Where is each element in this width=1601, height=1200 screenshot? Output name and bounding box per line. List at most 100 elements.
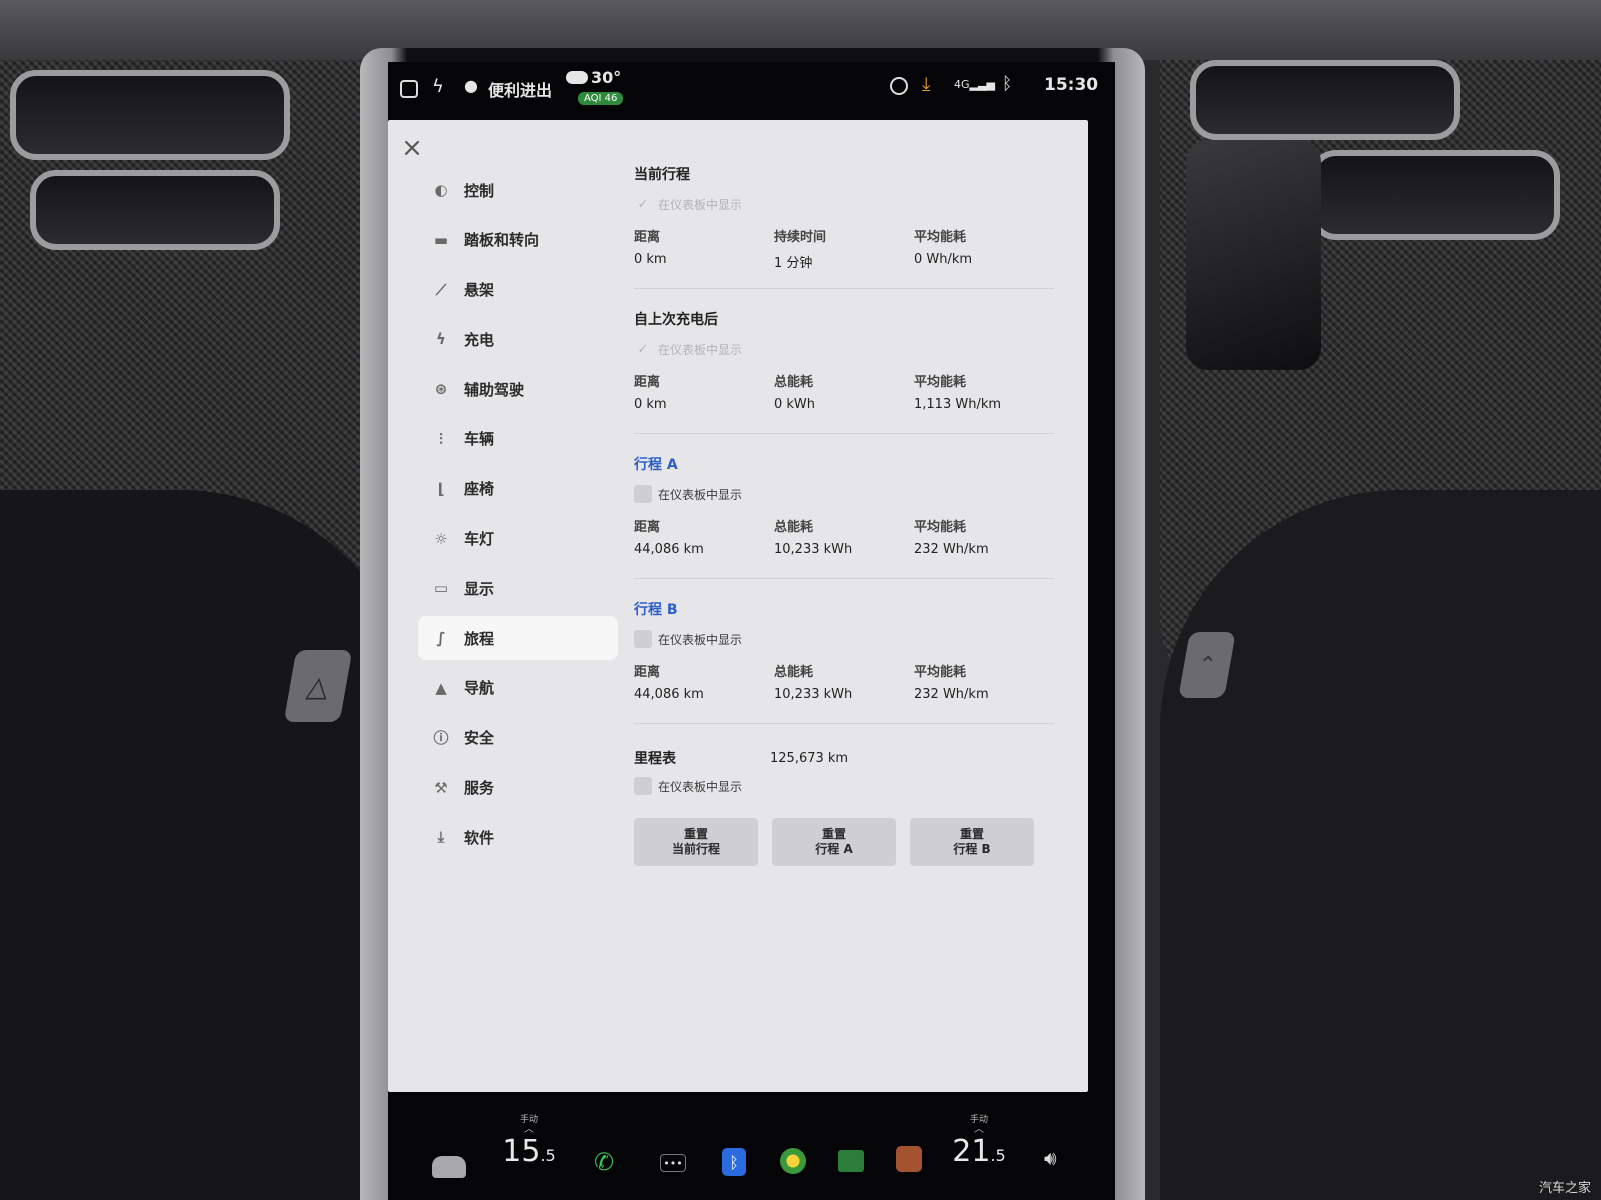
nav-item-navigation[interactable]: ▲ 导航 [418, 666, 618, 710]
download-icon: ⤓ [437, 828, 445, 847]
trips-content: 当前行程 ✓ 在仪表板中显示 距离 0 km 持续时间 1 分钟 平均能耗 0 … [634, 164, 1054, 866]
odometer-section: 里程表 125,673 km 在仪表板中显示 重置 当前行程 重置 行程 A 重… [634, 744, 1054, 866]
nav-item-label: 服务 [464, 779, 495, 798]
stat-label: 总能耗 [774, 375, 814, 390]
nav-item-label: 导航 [464, 679, 495, 698]
safety-icon: ⓘ [433, 729, 449, 748]
trip-b-section: 行程 B 在仪表板中显示 距离 44,086 km 总能耗 10,233 kWh [634, 599, 1054, 724]
toggle-icon: ◐ [434, 181, 448, 199]
stat-value: 0 km [634, 252, 667, 267]
air-vent-left-lower [30, 170, 280, 250]
checkbox-box[interactable] [634, 630, 652, 648]
nav-item-suspension[interactable]: ⟋ 悬架 [418, 268, 618, 312]
nav-item-service[interactable]: ⚒ 服务 [418, 766, 618, 810]
nav-item-software[interactable]: ⤓ 软件 [418, 815, 618, 859]
trip-stats: 距离 44,086 km 总能耗 10,233 kWh 平均能耗 232 Wh/… [634, 512, 1054, 560]
odometer-value: 125,673 km [770, 750, 849, 766]
nav-item-trips[interactable]: ∫ 旅程 [418, 616, 618, 661]
current-trip-section: 当前行程 ✓ 在仪表板中显示 距离 0 km 持续时间 1 分钟 平均能耗 0 … [634, 164, 1054, 289]
watermark: 汽车之家 [1538, 1181, 1591, 1196]
reset-trip-b-button[interactable]: 重置 行程 B [910, 818, 1034, 866]
stat-label: 持续时间 [774, 230, 827, 245]
bluetooth-icon[interactable]: ᛒ [1002, 74, 1012, 94]
passenger-temperature[interactable]: 手动 ︿ 21.5 [944, 1112, 1014, 1173]
stat-value: 232 Wh/km [914, 542, 989, 557]
checkbox-box[interactable] [634, 777, 652, 795]
stat-avg-energy: 平均能耗 1,113 Wh/km [914, 367, 1054, 415]
driver-temperature[interactable]: 手动 ︿ 15.5 [494, 1112, 564, 1173]
nav-item-display[interactable]: ▭ 显示 [418, 566, 618, 610]
dashcam-icon[interactable] [890, 77, 908, 95]
suspension-icon: ⟋ [435, 280, 447, 299]
aqi-badge: AQI 46 [578, 92, 624, 105]
since-last-charge-section: 自上次充电后 ✓ 在仪表板中显示 距离 0 km 总能耗 0 kWh 平均能耗 … [634, 309, 1054, 434]
section-title: 行程 B [634, 602, 678, 618]
phone-icon[interactable]: ✆ [594, 1148, 614, 1176]
checkbox-box[interactable] [634, 485, 652, 503]
trip-stats: 距离 44,086 km 总能耗 10,233 kWh 平均能耗 232 Wh/… [634, 657, 1054, 705]
leather-panel-left [0, 490, 420, 1200]
stat-avg-energy: 平均能耗 232 Wh/km [914, 512, 1054, 560]
settings-panel: × ◐ 控制 ▬ 踏板和转向 ⟋ 悬架 ϟ 充电 ⊛ 辅助驾驶 ⫶ 车辆 ⌊ 座… [388, 120, 1088, 1092]
button-label-line2: 行程 A [815, 842, 853, 856]
checkbox-label: 在仪表板中显示 [658, 487, 743, 502]
stat-value: 44,086 km [634, 542, 704, 557]
nav-item-safety[interactable]: ⓘ 安全 [418, 716, 618, 760]
seat-icon: ⌊ [437, 479, 445, 498]
nav-item-pedals-steering[interactable]: ▬ 踏板和转向 [418, 218, 618, 262]
reset-trip-a-button[interactable]: 重置 行程 A [772, 818, 896, 866]
stat-label: 平均能耗 [914, 520, 967, 535]
leather-panel-right [1160, 490, 1601, 1200]
trip-stats: 距离 0 km 持续时间 1 分钟 平均能耗 0 Wh/km [634, 222, 1054, 271]
stat-value: 0 Wh/km [914, 252, 973, 267]
air-vent-left-upper [10, 70, 290, 160]
nav-item-seats[interactable]: ⌊ 座椅 [418, 467, 618, 511]
nav-item-lights[interactable]: ☼ 车灯 [418, 517, 618, 561]
phone-mount [1186, 140, 1321, 370]
stat-value: 1 分钟 [774, 256, 813, 271]
stat-avg-energy: 平均能耗 232 Wh/km [914, 657, 1054, 705]
reset-buttons: 重置 当前行程 重置 行程 A 重置 行程 B [634, 818, 1054, 866]
bottom-dock: 手动 ︿ 15.5 ✆ ••• ᛒ 手动 ︿ 21.5 🔊︎ [388, 1092, 1115, 1200]
reset-current-trip-button[interactable]: 重置 当前行程 [634, 818, 758, 866]
nav-item-vehicle[interactable]: ⫶ 车辆 [418, 417, 618, 461]
stat-total-energy: 总能耗 10,233 kWh [774, 512, 914, 560]
trip-icon: ∫ [436, 629, 446, 648]
music-app-icon[interactable] [780, 1148, 806, 1174]
nav-item-label: 软件 [464, 828, 495, 847]
stat-label: 距离 [634, 520, 661, 535]
section-title: 当前行程 [634, 167, 690, 183]
lock-icon[interactable] [400, 80, 418, 98]
bluetooth-icon[interactable]: ᛒ [722, 1148, 746, 1176]
driver-profile[interactable]: 便利进出 [488, 77, 552, 101]
show-on-dashboard-checkbox[interactable]: 在仪表板中显示 [634, 772, 1054, 800]
download-icon[interactable]: ⤓ [922, 73, 930, 95]
close-icon[interactable]: × [400, 135, 424, 161]
toybox-app-icon[interactable] [896, 1146, 922, 1172]
button-label-line1: 重置 [821, 827, 846, 841]
stat-distance: 距离 0 km [634, 222, 774, 270]
energy-app-icon[interactable] [838, 1150, 864, 1172]
show-on-dashboard-checkbox[interactable]: 在仪表板中显示 [634, 480, 1054, 508]
nav-item-controls[interactable]: ◐ 控制 [418, 168, 618, 212]
stat-label: 总能耗 [774, 665, 814, 680]
temperature-value: 15.5 [494, 1135, 564, 1173]
weather: 30° [566, 68, 621, 87]
checkmark-icon: ✓ [637, 341, 649, 357]
show-on-dashboard-checkbox[interactable]: 在仪表板中显示 [634, 625, 1054, 653]
nav-item-label: 控制 [464, 181, 495, 200]
more-apps-icon[interactable]: ••• [660, 1154, 686, 1172]
nav-item-autopilot[interactable]: ⊛ 辅助驾驶 [418, 367, 618, 411]
nav-item-charging[interactable]: ϟ 充电 [418, 317, 618, 361]
volume-icon[interactable]: 🔊︎ [1044, 1146, 1057, 1170]
light-icon: ☼ [434, 529, 448, 548]
checkbox-label: 在仪表板中显示 [658, 342, 743, 357]
stat-label: 平均能耗 [914, 230, 967, 245]
user-icon[interactable]: ● [464, 76, 478, 95]
car-icon[interactable] [432, 1156, 466, 1178]
stat-value: 0 km [634, 397, 667, 412]
car-icon: ▬ [433, 230, 449, 249]
checkbox-label: 在仪表板中显示 [658, 632, 743, 647]
network-signal: 4G ▂▃▅ [954, 78, 995, 91]
nav-item-label: 旅程 [464, 629, 495, 648]
